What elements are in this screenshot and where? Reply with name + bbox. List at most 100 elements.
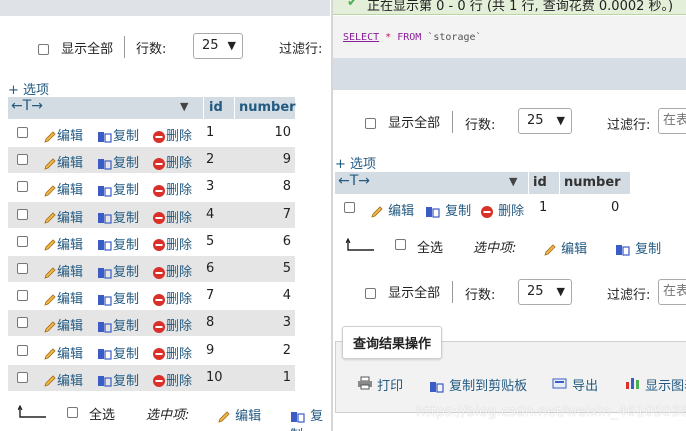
row-delete-button[interactable]: 删除 [152,315,192,334]
show-all-control-bottom[interactable]: 显示全部 [365,282,440,301]
filter-label-bottom: 过滤行: [607,288,651,303]
column-toggle-arrows-icon[interactable]: ←T→ [338,173,370,189]
row-checkbox[interactable] [17,235,28,247]
export-button[interactable]: 导出 [552,375,598,394]
row-delete-button[interactable]: 删除 [152,288,192,307]
row-delete-button[interactable]: 删除 [152,207,192,226]
check-all-label[interactable]: 全选 [417,237,443,256]
cell-number: 8 [282,179,291,195]
show-all-control-top[interactable]: 显示全部 [365,112,440,131]
row-edit-button[interactable]: 编辑 [43,315,83,334]
row-copy-button[interactable]: 复制 [97,370,139,389]
sort-dropdown-icon[interactable]: ▼ [509,175,517,188]
row-edit-button[interactable]: 编辑 [43,125,83,144]
row-edit-button[interactable]: 编辑 [370,200,414,219]
row-copy-button[interactable]: 复制 [97,234,139,253]
print-button[interactable]: 打印 [357,375,403,394]
cell-id: 1 [539,200,548,215]
row-delete-button[interactable]: 删除 [152,179,192,198]
row-checkbox[interactable] [17,371,28,383]
row-copy-button[interactable]: 复制 [97,179,139,198]
filter-input-top[interactable]: 在表 [658,108,686,134]
row-edit-button[interactable]: 编辑 [43,343,83,362]
cell-number: 9 [282,152,291,168]
row-copy-button[interactable]: 复制 [97,207,139,226]
show-chart-button[interactable]: 显示图表 [625,375,686,394]
bulk-copy-button[interactable]: 复制 [615,238,661,257]
row-copy-button[interactable]: 复制 [97,343,139,362]
row-copy-button[interactable]: 复制 [97,152,139,171]
row-delete-button[interactable]: 删除 [152,370,192,389]
row-checkbox[interactable] [17,317,28,329]
row-copy-button[interactable]: 复制 [97,315,139,334]
rows-per-page-select-top[interactable]: 25 ▼ [518,108,572,134]
row-delete-button[interactable]: 删除 [152,234,192,253]
row-edit-label: 编辑 [57,156,84,172]
row-checkbox[interactable] [17,290,28,302]
row-checkbox[interactable] [17,344,28,356]
row-delete-button[interactable]: 删除 [152,125,192,144]
pencil-icon [44,321,56,333]
row-delete-label: 删除 [166,319,193,335]
row-checkbox[interactable] [17,154,28,166]
row-delete-button[interactable]: 删除 [152,343,192,362]
show-all-checkbox[interactable] [38,44,49,55]
row-edit-button[interactable]: 编辑 [43,261,83,280]
show-all-label-top: 显示全部 [388,116,441,131]
row-edit-button[interactable]: 编辑 [43,288,83,307]
column-header-id[interactable]: id [529,172,559,194]
options-link[interactable]: + 选项 [335,153,376,172]
pencil-icon [44,130,56,143]
column-header-number[interactable]: number [560,172,630,194]
column-header-id[interactable]: id [204,97,234,119]
bulk-copy-button[interactable]: 复制 [290,405,330,431]
table-row: 编辑 复制 删除 7 4 [8,283,295,309]
rows-label-bottom: 行数: [465,288,496,303]
row-checkbox[interactable] [17,208,28,220]
sql-query-text: SELECT * FROM `storage` [343,32,482,43]
row-edit-button[interactable]: 编辑 [43,207,83,226]
export-icon [552,378,567,389]
row-edit-button[interactable]: 编辑 [43,179,83,198]
bulk-edit-label: 编辑 [235,409,262,424]
copy-icon [291,411,305,423]
sql-options-bar [333,58,686,90]
copy-icon [426,206,440,218]
show-all-control[interactable]: 显示全部 [38,38,113,57]
check-all-checkbox[interactable] [67,407,78,418]
row-edit-button[interactable]: 编辑 [43,152,83,171]
copy-to-clipboard-button[interactable]: 复制到剪贴板 [429,375,527,394]
check-all-checkbox[interactable] [395,239,406,250]
row-edit-button[interactable]: 编辑 [43,234,83,253]
row-edit-button[interactable]: 编辑 [43,370,83,389]
row-copy-button[interactable]: 复制 [97,125,139,144]
row-copy-button[interactable]: 复制 [97,261,139,280]
row-copy-button[interactable]: 复制 [97,288,139,307]
row-checkbox[interactable] [17,181,28,193]
sql-keyword-select[interactable]: SELECT [343,32,379,43]
row-delete-label: 删除 [166,265,193,280]
row-checkbox[interactable] [17,127,28,138]
row-copy-label: 复制 [113,373,140,389]
options-link[interactable]: + 选项 [8,79,49,98]
cell-number: 10 [274,125,291,140]
show-all-checkbox-bottom[interactable] [365,288,376,299]
row-copy-button[interactable]: 复制 [425,200,471,219]
filter-input-bottom[interactable]: 在表 [658,279,686,305]
row-delete-button[interactable]: 删除 [152,152,192,171]
row-checkbox[interactable] [344,202,355,213]
show-all-checkbox-top[interactable] [365,118,376,129]
rows-per-page-select[interactable]: 25 ▼ [193,33,243,59]
column-toggle-arrows-icon[interactable]: ←T→ [11,98,43,114]
delete-icon [153,184,165,197]
row-delete-button[interactable]: 删除 [152,261,192,280]
copy-icon [98,349,112,360]
sort-dropdown-icon[interactable]: ▼ [180,100,188,113]
rows-per-page-select-bottom[interactable]: 25 ▼ [518,279,572,305]
check-all-label[interactable]: 全选 [89,404,115,423]
row-checkbox[interactable] [17,263,28,274]
column-header-number[interactable]: number [235,97,296,119]
bulk-edit-button[interactable]: 编辑 [217,405,261,424]
row-delete-button[interactable]: 删除 [480,200,524,219]
bulk-edit-button[interactable]: 编辑 [543,238,587,257]
